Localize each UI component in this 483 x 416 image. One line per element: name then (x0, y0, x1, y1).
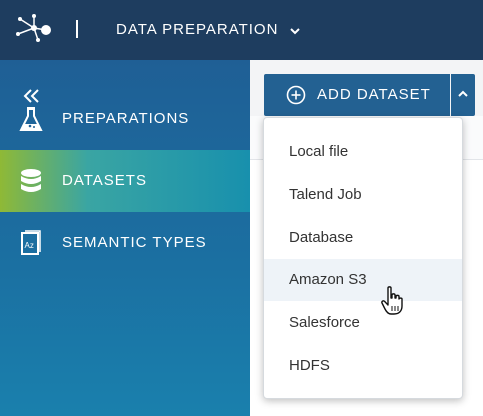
add-dataset-button[interactable]: ADD DATASET (264, 74, 450, 116)
menu-item-salesforce[interactable]: Salesforce (264, 302, 462, 344)
sidebar-item-preparations[interactable]: PREPARATIONS (0, 88, 250, 150)
flask-icon (19, 107, 43, 131)
add-dataset-label: ADD DATASET (317, 86, 431, 103)
database-icon (21, 169, 41, 192)
plus-circle-icon (286, 85, 306, 105)
top-bar: DATA PREPARATION (0, 0, 483, 60)
dictionary-icon: Az (21, 230, 41, 255)
menu-item-database[interactable]: Database (264, 217, 462, 259)
menu-item-hdfs[interactable]: HDFS (264, 345, 462, 387)
chevron-down-icon[interactable] (290, 27, 300, 35)
menu-item-amazon-s3[interactable]: Amazon S3 (264, 259, 462, 301)
sidebar-item-label: PREPARATIONS (62, 110, 190, 127)
svg-text:Az: Az (25, 241, 34, 250)
app-name[interactable]: DATA PREPARATION (116, 20, 278, 40)
sidebar-item-datasets[interactable]: DATASETS (0, 150, 250, 212)
menu-item-local-file[interactable]: Local file (264, 131, 462, 173)
chevron-up-icon (458, 90, 468, 97)
sidebar-item-semantic-types[interactable]: Az SEMANTIC TYPES (0, 212, 250, 274)
hand-pointer-icon (381, 286, 403, 315)
sidebar-item-label: SEMANTIC TYPES (62, 234, 207, 251)
add-dataset-dropdown-toggle[interactable] (451, 74, 475, 116)
sidebar-item-label: DATASETS (62, 172, 147, 189)
header-divider (76, 20, 78, 38)
talend-logo-icon[interactable] (16, 14, 52, 46)
add-dataset-menu: Local file Talend Job Database Amazon S3… (263, 117, 463, 399)
menu-item-talend-job[interactable]: Talend Job (264, 174, 462, 216)
